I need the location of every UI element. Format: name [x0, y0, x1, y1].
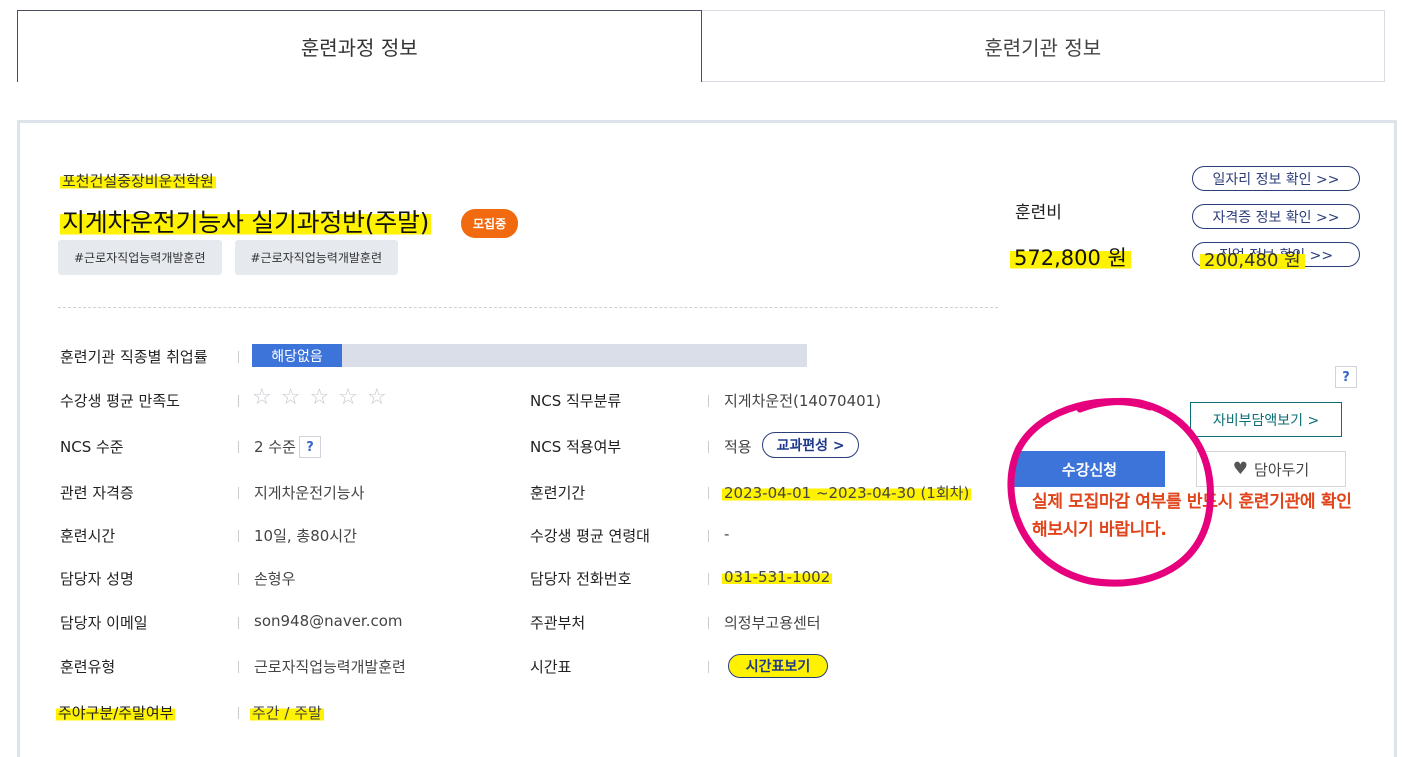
- ncs-level-value: 2 수준: [254, 438, 296, 456]
- separator: [238, 351, 239, 363]
- star-icon: ☆: [338, 385, 358, 410]
- ncs-category-label: NCS 직무분류: [530, 392, 622, 410]
- manager-name-value: 손형우: [254, 570, 296, 588]
- fee-total: 572,800 원: [1010, 242, 1131, 272]
- employment-rate-label: 훈련기관 직종별 취업률: [60, 348, 208, 366]
- age-label: 수강생 평균 연령대: [530, 527, 650, 545]
- tab-course-info[interactable]: 훈련과정 정보: [17, 10, 702, 82]
- manager-phone-value: 031-531-1002: [722, 568, 833, 586]
- timetable-label: 시간표: [530, 658, 572, 676]
- separator: [238, 661, 239, 673]
- department-value: 의정부고용센터: [724, 614, 821, 632]
- separator: [708, 661, 709, 673]
- curriculum-button[interactable]: 교과편성 >: [762, 432, 859, 458]
- period-value: 2023-04-01 ~2023-04-30 (1회차): [722, 482, 972, 503]
- ncs-applied-value: 적용: [724, 438, 752, 456]
- job-info-link[interactable]: 일자리 정보 확인 >>: [1192, 166, 1360, 191]
- heart-icon: ♥: [1232, 459, 1249, 479]
- department-label: 주관부처: [530, 614, 586, 632]
- institution-name[interactable]: 포천건설중장비운전학원: [60, 170, 216, 191]
- status-badge: 모집중: [461, 209, 519, 238]
- fee-label: 훈련비: [1015, 203, 1062, 223]
- star-icon: ☆: [280, 385, 301, 410]
- timetable-button[interactable]: 시간표보기: [728, 654, 828, 678]
- help-icon[interactable]: ?: [299, 436, 321, 458]
- separator: [238, 395, 239, 407]
- certificate-label: 관련 자격증: [60, 484, 134, 502]
- tag-item[interactable]: #근로자직업능력개발훈련: [58, 240, 222, 275]
- satisfaction-stars: ☆ ☆ ☆ ☆ ☆: [252, 387, 387, 409]
- separator: [708, 441, 709, 453]
- manager-name-label: 담당자 성명: [60, 570, 134, 588]
- ncs-level-label: NCS 수준: [60, 438, 124, 456]
- hours-label: 훈련시간: [60, 527, 116, 545]
- separator: [238, 573, 239, 585]
- manager-phone-label: 담당자 전화번호: [530, 570, 632, 588]
- separator: [238, 487, 239, 499]
- tab-institution-info[interactable]: 훈련기관 정보: [701, 10, 1385, 82]
- separator: [708, 530, 709, 542]
- hours-value: 10일, 총80시간: [254, 527, 357, 545]
- day-type-value: 주간 / 주말: [250, 702, 324, 723]
- tag-item[interactable]: #근로자직업능력개발훈련: [234, 240, 398, 275]
- training-type-value: 근로자직업능력개발훈련: [254, 658, 406, 676]
- separator: [238, 617, 239, 629]
- separator: [708, 487, 709, 499]
- annotation-circle: [1007, 397, 1214, 587]
- separator: [708, 617, 709, 629]
- separator: [238, 441, 239, 453]
- employment-rate-bar: 해당없음: [252, 344, 807, 367]
- day-type-label: 주야구분/주말여부: [56, 702, 176, 723]
- fee-self-pay: 200,480 원: [1200, 246, 1305, 272]
- help-icon[interactable]: ?: [1335, 366, 1357, 388]
- satisfaction-label: 수강생 평균 만족도: [60, 392, 180, 410]
- separator: [238, 530, 239, 542]
- certificate-value: 지게차운전기능사: [254, 484, 365, 502]
- star-icon: ☆: [252, 385, 272, 410]
- age-value: -: [724, 525, 730, 543]
- star-icon: ☆: [366, 385, 387, 410]
- separator: [238, 707, 239, 719]
- manager-email-value[interactable]: son948@naver.com: [252, 612, 405, 630]
- training-type-label: 훈련유형: [60, 658, 116, 676]
- employment-rate-value: 해당없음: [252, 344, 342, 367]
- ncs-applied-label: NCS 적용여부: [530, 438, 622, 456]
- separator: [708, 573, 709, 585]
- star-icon: ☆: [309, 385, 330, 410]
- ncs-category-value: 지게차운전(14070401): [724, 392, 882, 410]
- separator: [708, 395, 709, 407]
- certificate-info-link[interactable]: 자격증 정보 확인 >>: [1192, 204, 1360, 229]
- tab-bar: 훈련과정 정보 훈련기관 정보: [17, 10, 1385, 82]
- course-title: 지게차운전기능사 실기과정반(주말): [60, 203, 432, 239]
- tag-list: #근로자직업능력개발훈련 #근로자직업능력개발훈련: [58, 240, 398, 275]
- divider: [58, 307, 998, 308]
- manager-email-label: 담당자 이메일: [60, 614, 148, 632]
- period-label: 훈련기간: [530, 484, 586, 502]
- wishlist-label: 담아두기: [1254, 460, 1310, 479]
